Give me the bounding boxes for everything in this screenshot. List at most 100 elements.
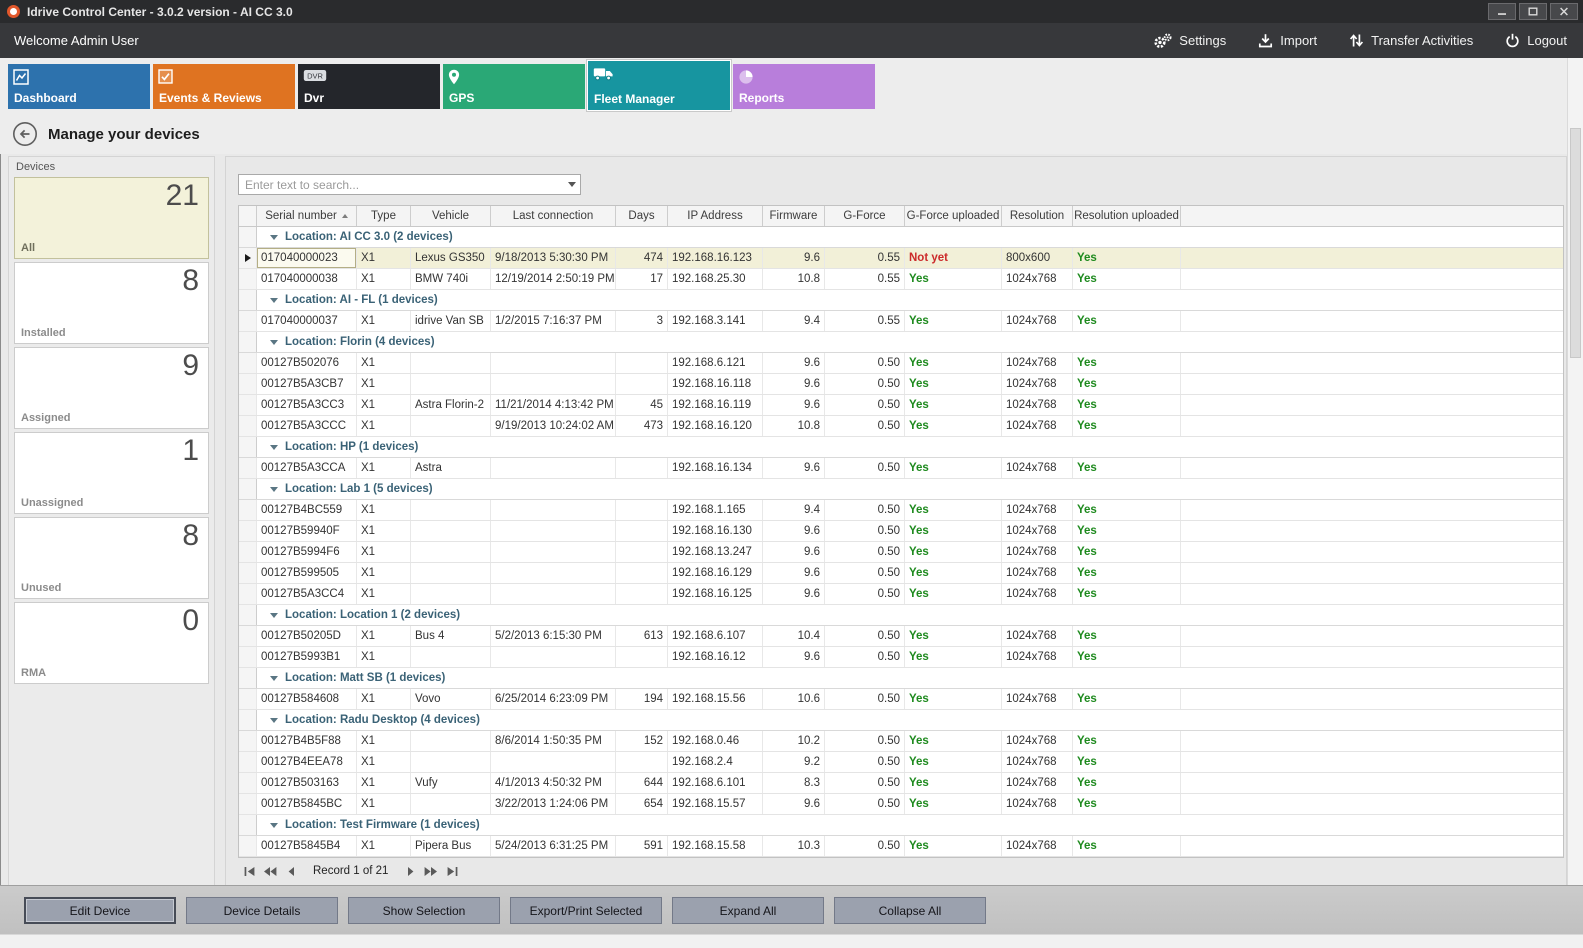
search-input[interactable] [239, 175, 563, 194]
device-details-button[interactable]: Device Details [186, 897, 338, 924]
device-row[interactable]: 00127B5A3CC4X1192.168.16.1259.60.50Yes10… [239, 584, 1563, 605]
group-row[interactable]: Location: Radu Desktop (4 devices) [239, 710, 1563, 731]
search-combo[interactable] [238, 174, 581, 195]
scrollbar-thumb[interactable] [1570, 128, 1581, 358]
collapse-group-icon[interactable] [270, 340, 278, 345]
cell-value: 00127B584608 [261, 693, 339, 705]
collapse-group-icon[interactable] [270, 676, 278, 681]
expand-all-button[interactable]: Expand All [672, 897, 824, 924]
cell-value: 11/21/2014 4:13:42 PM [495, 399, 614, 411]
collapse-group-icon[interactable] [270, 445, 278, 450]
device-row[interactable]: 00127B5A3CC3X1Astra Florin-211/21/2014 4… [239, 395, 1563, 416]
device-row[interactable]: 00127B503163X1Vufy4/1/2013 4:50:32 PM644… [239, 773, 1563, 794]
back-button[interactable] [12, 121, 38, 147]
prev-record-button[interactable] [282, 863, 300, 879]
group-row[interactable]: Location: Matt SB (1 devices) [239, 668, 1563, 689]
topbar-action-settings[interactable]: Settings [1153, 33, 1226, 49]
column-header-ip[interactable]: IP Address [668, 206, 763, 226]
group-row[interactable]: Location: Lab 1 (5 devices) [239, 479, 1563, 500]
device-filter-assigned[interactable]: 9Assigned [14, 347, 209, 429]
selected-row-marker-icon [245, 254, 251, 262]
tab-fleet-manager[interactable]: Fleet Manager [588, 61, 730, 110]
device-row[interactable]: 00127B584608X1Vovo6/25/2014 6:23:09 PM19… [239, 689, 1563, 710]
last-record-button[interactable] [443, 863, 461, 879]
column-header-last[interactable]: Last connection [491, 206, 616, 226]
collapse-all-button[interactable]: Collapse All [834, 897, 986, 924]
device-row[interactable]: 00127B5993B1X1192.168.16.129.60.50Yes102… [239, 647, 1563, 668]
next-page-record-button[interactable] [422, 863, 440, 879]
device-row[interactable]: 00127B502076X1192.168.6.1219.60.50Yes102… [239, 353, 1563, 374]
device-row[interactable]: 00127B5A3CCCX19/19/2013 10:24:02 AM47319… [239, 416, 1563, 437]
device-row[interactable]: 00127B4B5F88X18/6/2014 1:50:35 PM152192.… [239, 731, 1563, 752]
cell-days [616, 353, 668, 373]
group-row[interactable]: Location: Test Firmware (1 devices) [239, 815, 1563, 836]
group-row[interactable]: Location: AI CC 3.0 (2 devices) [239, 227, 1563, 248]
close-button[interactable] [1550, 3, 1578, 20]
cell-resolution_up: Yes [1073, 500, 1181, 520]
column-header-vehicle[interactable]: Vehicle [411, 206, 491, 226]
maximize-button[interactable] [1519, 3, 1547, 20]
device-row[interactable]: 017040000037X1idrive Van SB1/2/2015 7:16… [239, 311, 1563, 332]
tab-dashboard[interactable]: Dashboard [8, 64, 150, 109]
device-row[interactable]: 00127B4BC559X1192.168.1.1659.40.50Yes102… [239, 500, 1563, 521]
device-row[interactable]: 00127B5845BCX13/22/2013 1:24:06 PM654192… [239, 794, 1563, 815]
device-row[interactable]: 017040000023X1Lexus GS3509/18/2013 5:30:… [239, 248, 1563, 269]
group-row[interactable]: Location: AI - FL (1 devices) [239, 290, 1563, 311]
column-header-resolution_up[interactable]: Resolution uploaded [1073, 206, 1181, 226]
group-row[interactable]: Location: HP (1 devices) [239, 437, 1563, 458]
column-header-label: IP Address [687, 210, 742, 222]
topbar-action-import[interactable]: Import [1258, 33, 1317, 48]
cell-type: X1 [357, 626, 411, 646]
device-row[interactable]: 00127B5994F6X1192.168.13.2479.60.50Yes10… [239, 542, 1563, 563]
collapse-group-icon[interactable] [270, 235, 278, 240]
next-record-button[interactable] [401, 863, 419, 879]
device-row[interactable]: 00127B5A3CB7X1192.168.16.1189.60.50Yes10… [239, 374, 1563, 395]
search-dropdown-button[interactable] [563, 175, 580, 194]
device-row[interactable]: 00127B4EEA78X1192.168.2.49.20.50Yes1024x… [239, 752, 1563, 773]
column-header-type[interactable]: Type [357, 206, 411, 226]
topbar-action-transfer-activities[interactable]: Transfer Activities [1349, 33, 1473, 48]
collapse-group-icon[interactable] [270, 298, 278, 303]
collapse-group-icon[interactable] [270, 613, 278, 618]
minimize-button[interactable] [1488, 3, 1516, 20]
group-row[interactable]: Location: Florin (4 devices) [239, 332, 1563, 353]
cell-resolution_up: Yes [1073, 542, 1181, 562]
device-filter-all[interactable]: 21All [14, 177, 209, 259]
prev-page-record-button[interactable] [261, 863, 279, 879]
device-filter-unused[interactable]: 8Unused [14, 517, 209, 599]
collapse-group-icon[interactable] [270, 487, 278, 492]
cell-value: 473 [644, 420, 663, 432]
device-row[interactable]: 00127B59940FX1192.168.16.1309.60.50Yes10… [239, 521, 1563, 542]
device-row[interactable]: 00127B5845B4X1Pipera Bus5/24/2013 6:31:2… [239, 836, 1563, 857]
edit-device-button[interactable]: Edit Device [24, 897, 176, 924]
device-row[interactable]: 00127B5A3CCAX1Astra192.168.16.1349.60.50… [239, 458, 1563, 479]
column-header-days[interactable]: Days [616, 206, 668, 226]
topbar-action-logout[interactable]: Logout [1505, 33, 1567, 48]
tab-gps[interactable]: GPS [443, 64, 585, 109]
cell-gforce_up: Yes [905, 458, 1002, 478]
column-header-label: Days [628, 210, 654, 222]
device-row[interactable]: 00127B599505X1192.168.16.1299.60.50Yes10… [239, 563, 1563, 584]
column-header-firmware[interactable]: Firmware [763, 206, 825, 226]
vertical-scrollbar[interactable] [1567, 58, 1583, 886]
collapse-group-icon[interactable] [270, 718, 278, 723]
device-row[interactable]: 017040000038X1BMW 740i12/19/2014 2:50:19… [239, 269, 1563, 290]
collapse-group-icon[interactable] [270, 823, 278, 828]
device-filter-unassigned[interactable]: 1Unassigned [14, 432, 209, 514]
device-row[interactable]: 00127B50205DX1Bus 45/2/2013 6:15:30 PM61… [239, 626, 1563, 647]
show-selection-button[interactable]: Show Selection [348, 897, 500, 924]
column-header-resolution[interactable]: Resolution [1002, 206, 1073, 226]
first-record-button[interactable] [240, 863, 258, 879]
column-header-gforce[interactable]: G-Force [825, 206, 905, 226]
column-header-serial[interactable]: Serial number [257, 206, 357, 226]
cell-days [616, 584, 668, 604]
column-header-gforce_up[interactable]: G-Force uploaded [905, 206, 1002, 226]
export-print-selected-button[interactable]: Export/Print Selected [510, 897, 662, 924]
tab-dvr[interactable]: DVRDvr [298, 64, 440, 109]
device-filter-rma[interactable]: 0RMA [14, 602, 209, 684]
column-header-label: G-Force [843, 210, 885, 222]
tab-events-reviews[interactable]: Events & Reviews [153, 64, 295, 109]
group-row[interactable]: Location: Location 1 (2 devices) [239, 605, 1563, 626]
tab-reports[interactable]: Reports [733, 64, 875, 109]
device-filter-installed[interactable]: 8Installed [14, 262, 209, 344]
